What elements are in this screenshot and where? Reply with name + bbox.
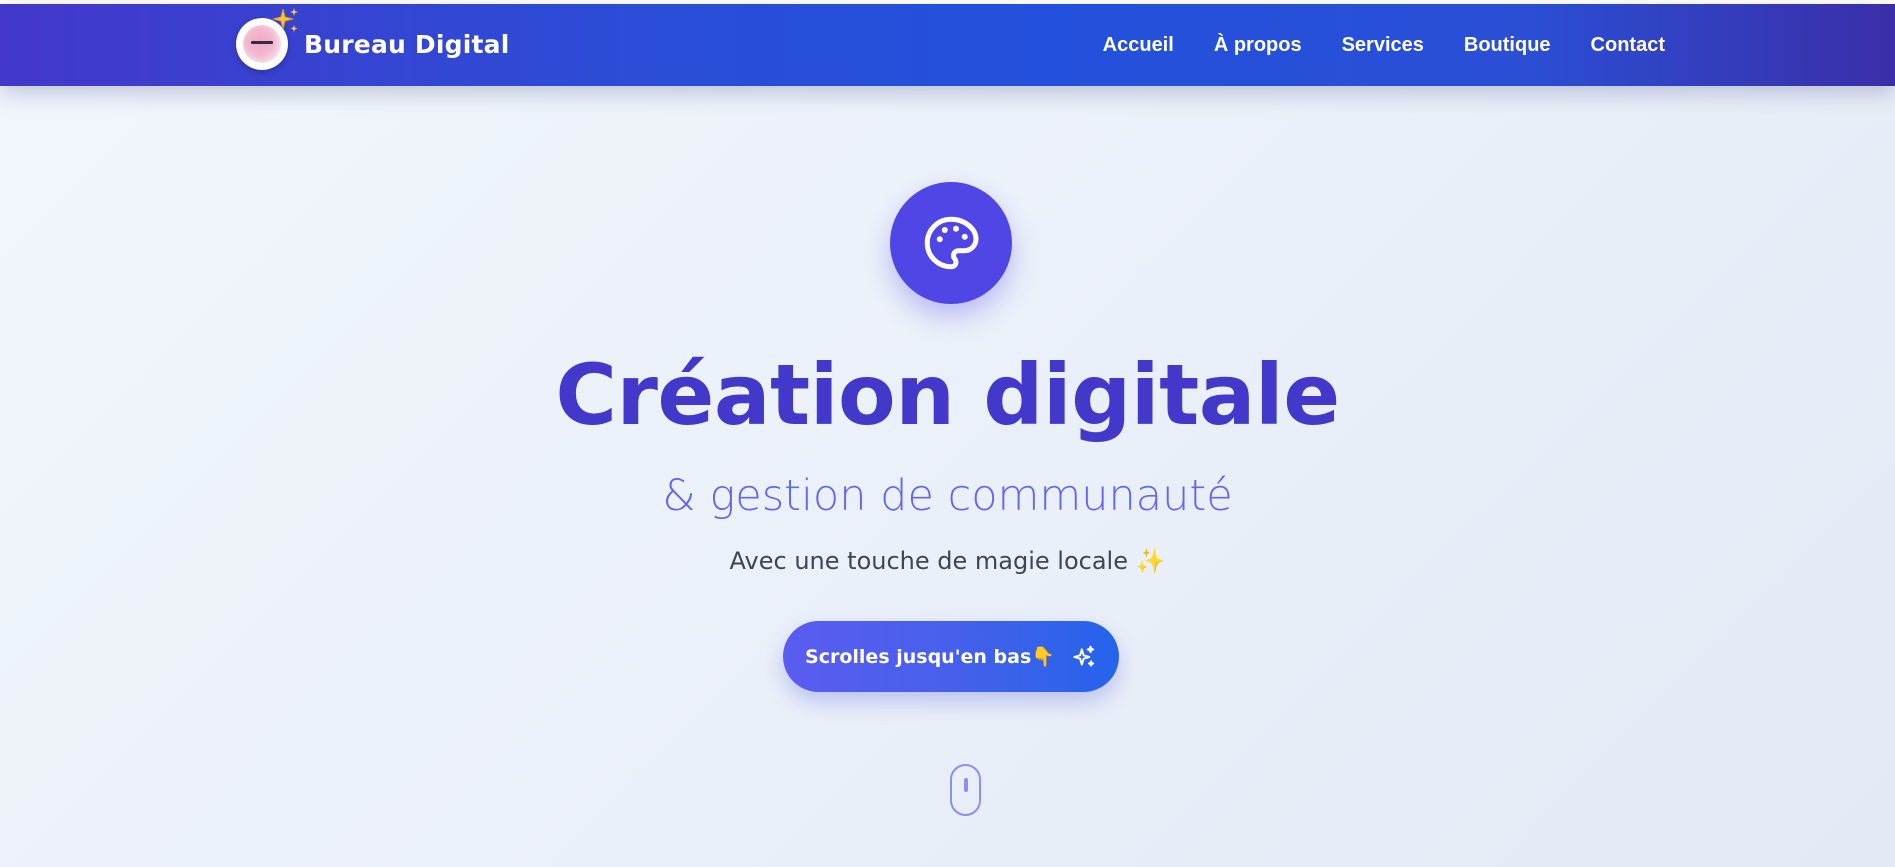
mouse-icon[interactable] <box>950 764 981 816</box>
scroll-down-button[interactable]: Scrolles jusqu'en bas👇 <box>783 621 1119 692</box>
hero-tagline: Avec une touche de magie locale ✨ <box>729 547 1166 575</box>
hero-title: Création digitale <box>555 346 1340 444</box>
sparkles-icon <box>1071 644 1097 670</box>
brand-link[interactable]: Bureau Digital <box>236 8 510 70</box>
nav-item-accueil[interactable]: Accueil <box>1103 34 1174 57</box>
brand-name: Bureau Digital <box>304 29 510 59</box>
nav-item-services[interactable]: Services <box>1342 34 1424 57</box>
main-nav: Accueil À propos Services Boutique Conta… <box>1103 4 1665 86</box>
nav-item-boutique[interactable]: Boutique <box>1464 34 1551 57</box>
navbar: Bureau Digital Accueil À propos Services… <box>0 4 1895 86</box>
hero-subtitle: & gestion de communauté <box>662 471 1233 521</box>
scroll-down-button-label: Scrolles jusqu'en bas👇 <box>805 646 1055 668</box>
logo-wrapper <box>236 8 298 70</box>
palette-icon <box>924 216 979 270</box>
nav-item-contact[interactable]: Contact <box>1591 34 1665 57</box>
nav-item-a-propos[interactable]: À propos <box>1214 34 1302 57</box>
hero-icon-circle <box>890 182 1012 304</box>
sparkle-icon <box>272 8 298 32</box>
mouse-wheel <box>964 778 968 792</box>
